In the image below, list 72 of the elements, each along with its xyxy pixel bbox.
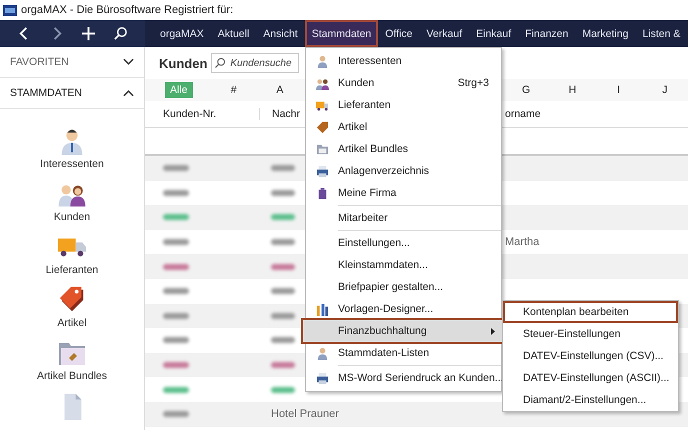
menu-item[interactable]: Vorlagen-Designer... <box>306 298 501 320</box>
letter-filter[interactable]: I <box>596 84 642 96</box>
submenu-arrow-icon <box>491 328 495 334</box>
person-icon <box>316 346 328 360</box>
menu-tab[interactable]: Finanzen <box>518 20 576 47</box>
menu-item[interactable]: Artikel <box>306 116 501 138</box>
printer-icon <box>316 372 328 384</box>
menu-tab[interactable]: Stammdaten <box>304 20 378 47</box>
blurred-text <box>271 165 295 172</box>
blurred-text <box>271 362 295 368</box>
pencils-icon <box>316 302 328 316</box>
column-header[interactable]: Kunden-Nr. <box>145 108 259 120</box>
person-icon <box>316 54 328 68</box>
menu-item[interactable]: Interessenten <box>306 50 501 72</box>
menu-item[interactable]: Diamant/2-Einstellungen... <box>503 389 678 411</box>
sidebar-item[interactable]: Artikel Bundles <box>36 370 108 382</box>
menu-item[interactable]: Artikel Bundles <box>306 138 501 160</box>
blurred-text <box>271 337 295 344</box>
blurred-text <box>271 386 295 393</box>
blurred-text <box>271 190 295 196</box>
menu-tab[interactable]: Listen & <box>635 20 688 47</box>
menu-tab[interactable]: Einkauf <box>469 20 518 47</box>
printer-icon <box>316 164 328 178</box>
menu-tab[interactable]: Ansicht <box>256 20 305 47</box>
chevron-icon[interactable] <box>123 58 134 66</box>
page-title: Kunden <box>159 56 208 70</box>
menu-item[interactable]: DATEV-Einstellungen (CSV)... <box>503 345 678 367</box>
chevron-icon[interactable] <box>123 89 134 97</box>
sidebar-item[interactable]: Kunden <box>54 211 90 223</box>
menu-item[interactable]: Lieferanten <box>306 94 501 116</box>
letter-filter[interactable]: A <box>256 84 304 96</box>
people-icon <box>316 76 328 90</box>
blurred-text <box>271 312 295 319</box>
menu-item[interactable]: Kunden Strg+3 <box>306 72 501 94</box>
section-header[interactable]: STAMMDATEN <box>10 87 82 99</box>
menu-item[interactable]: Briefpapier gestalten... <box>306 276 501 298</box>
menu-tab[interactable]: orgaMAX <box>153 20 211 47</box>
menu-item[interactable]: Einstellungen... <box>306 232 501 254</box>
blurred-text <box>271 214 295 220</box>
search-icon[interactable] <box>113 26 128 41</box>
blurred-text <box>271 264 295 270</box>
sidebar-item[interactable]: Lieferanten <box>46 264 98 276</box>
add-icon[interactable] <box>81 26 96 41</box>
letter-filter[interactable]: G <box>503 84 550 96</box>
app-logo-icon <box>3 4 17 16</box>
menu-item[interactable]: Finanzbuchhaltung <box>303 320 504 342</box>
menu-tab[interactable]: Verkauf <box>420 20 470 47</box>
window-title: orgaMAX - Die Bürosoftware Registriert für: <box>21 4 234 16</box>
blurred-text <box>271 239 295 246</box>
sidebar-item[interactable]: Artikel <box>57 317 87 329</box>
menu-tab[interactable]: Office <box>378 20 420 47</box>
search-icon <box>214 57 226 69</box>
column-header[interactable]: orname <box>499 108 541 120</box>
letter-filter[interactable]: # <box>210 84 257 96</box>
table-cell: Martha <box>505 236 540 248</box>
menu-item[interactable]: DATEV-Einstellungen (ASCII)... <box>503 367 678 389</box>
letter-filter[interactable]: H <box>549 84 596 96</box>
menu-item[interactable]: MS-Word Seriendruck an Kunden... <box>306 367 501 389</box>
section-header[interactable]: FAVORITEN <box>10 56 69 68</box>
menu-item[interactable]: Steuer-Einstellungen <box>503 323 678 345</box>
letter-filter[interactable]: J <box>642 84 688 96</box>
blurred-text <box>271 288 295 294</box>
menu-tab[interactable]: Aktuell <box>210 20 256 47</box>
menu-item[interactable]: Meine Firma <box>306 182 501 204</box>
search-field[interactable]: Kundensuche <box>211 53 300 73</box>
menu-item[interactable]: Kontenplan bearbeiten <box>503 301 678 323</box>
table-cell: Hotel Prauner <box>271 408 339 420</box>
sidebar-item[interactable]: Interessenten <box>40 158 104 170</box>
menu-item[interactable]: Stammdaten-Listen <box>306 342 501 364</box>
folder-icon <box>316 142 328 156</box>
tag-icon <box>316 120 328 134</box>
menu-tab[interactable]: Marketing <box>575 20 636 47</box>
